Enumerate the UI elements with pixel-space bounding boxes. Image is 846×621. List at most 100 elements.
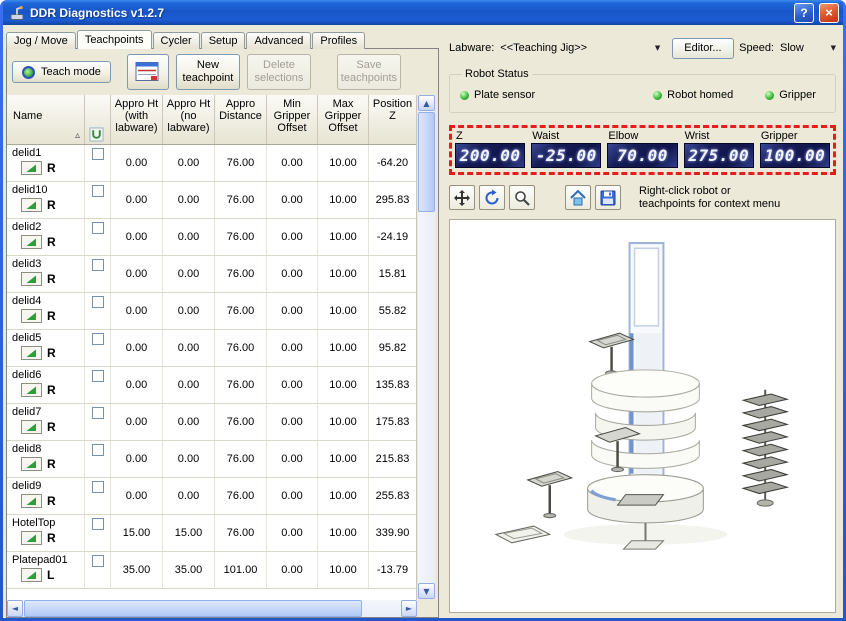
cell-appro-distance[interactable]: 76.00 [215, 515, 267, 551]
cell-position-z[interactable]: 215.83 [369, 441, 416, 477]
table-row[interactable]: delid1 R 0.00 0.00 76.00 0.00 10.00 -64.… [7, 145, 416, 182]
cell-appro-ht-no[interactable]: 0.00 [163, 404, 215, 440]
cell-max-gripper-offset[interactable]: 10.00 [318, 219, 369, 255]
table-row[interactable]: delid5 R 0.00 0.00 76.00 0.00 10.00 95.8… [7, 330, 416, 367]
cell-appro-ht-no[interactable]: 0.00 [163, 219, 215, 255]
cell-position-z[interactable]: 95.82 [369, 330, 416, 366]
teachpoint-icon[interactable] [21, 198, 42, 212]
teachpoint-icon[interactable] [21, 346, 42, 360]
cell-appro-distance[interactable]: 76.00 [215, 293, 267, 329]
table-row[interactable]: delid4 R 0.00 0.00 76.00 0.00 10.00 55.8… [7, 293, 416, 330]
cell-appro-ht-with[interactable]: 0.00 [111, 367, 163, 403]
row-checkbox[interactable] [92, 481, 104, 493]
cell-min-gripper-offset[interactable]: 0.00 [267, 182, 318, 218]
cell-min-gripper-offset[interactable]: 0.00 [267, 404, 318, 440]
row-checkbox[interactable] [92, 259, 104, 271]
row-checkbox[interactable] [92, 407, 104, 419]
cell-appro-distance[interactable]: 76.00 [215, 182, 267, 218]
cell-max-gripper-offset[interactable]: 10.00 [318, 293, 369, 329]
teachpoint-icon[interactable] [21, 161, 42, 175]
table-row[interactable]: HotelTop R 15.00 15.00 76.00 0.00 10.00 … [7, 515, 416, 552]
pan-button[interactable] [449, 185, 475, 210]
teachpoint-icon[interactable] [21, 420, 42, 434]
column-header-name[interactable]: Name ▵ [7, 95, 85, 144]
column-header-appro-distance[interactable]: Appro Distance [215, 95, 267, 144]
scroll-up-arrow[interactable]: ▲ [418, 95, 435, 111]
cell-min-gripper-offset[interactable]: 0.00 [267, 293, 318, 329]
row-checkbox[interactable] [92, 555, 104, 567]
cell-position-z[interactable]: 135.83 [369, 367, 416, 403]
cell-appro-ht-with[interactable]: 0.00 [111, 478, 163, 514]
new-teachpoint-button[interactable]: New teachpoint [176, 54, 240, 90]
cell-position-z[interactable]: -64.20 [369, 145, 416, 181]
cell-max-gripper-offset[interactable]: 10.00 [318, 182, 369, 218]
cell-appro-distance[interactable]: 76.00 [215, 441, 267, 477]
cell-position-z[interactable]: 255.83 [369, 478, 416, 514]
teachpoint-icon[interactable] [21, 383, 42, 397]
teachpoint-icon[interactable] [21, 457, 42, 471]
zoom-button[interactable] [509, 185, 535, 210]
teachpoint-icon[interactable] [21, 531, 42, 545]
cell-appro-distance[interactable]: 76.00 [215, 256, 267, 292]
cell-position-z[interactable]: 175.83 [369, 404, 416, 440]
table-row[interactable]: Platepad01 L 35.00 35.00 101.00 0.00 10.… [7, 552, 416, 589]
cell-appro-ht-no[interactable]: 0.00 [163, 367, 215, 403]
teachpoint-icon[interactable] [21, 235, 42, 249]
save-view-button[interactable] [595, 185, 621, 210]
cell-max-gripper-offset[interactable]: 10.00 [318, 367, 369, 403]
cell-min-gripper-offset[interactable]: 0.00 [267, 367, 318, 403]
cell-appro-distance[interactable]: 76.00 [215, 367, 267, 403]
table-row[interactable]: delid9 R 0.00 0.00 76.00 0.00 10.00 255.… [7, 478, 416, 515]
cell-appro-ht-no[interactable]: 0.00 [163, 330, 215, 366]
cell-appro-ht-no[interactable]: 15.00 [163, 515, 215, 551]
cell-appro-ht-with[interactable]: 35.00 [111, 552, 163, 588]
cell-appro-ht-no[interactable]: 0.00 [163, 256, 215, 292]
cell-appro-ht-with[interactable]: 0.00 [111, 330, 163, 366]
cell-max-gripper-offset[interactable]: 10.00 [318, 515, 369, 551]
row-checkbox[interactable] [92, 444, 104, 456]
cell-min-gripper-offset[interactable]: 0.00 [267, 515, 318, 551]
cell-appro-ht-with[interactable]: 15.00 [111, 515, 163, 551]
cell-max-gripper-offset[interactable]: 10.00 [318, 441, 369, 477]
vertical-scroll-thumb[interactable] [418, 112, 435, 212]
tab-cycler[interactable]: Cycler [153, 32, 200, 49]
horizontal-scroll-thumb[interactable] [24, 600, 362, 617]
cell-min-gripper-offset[interactable]: 0.00 [267, 478, 318, 514]
table-row[interactable]: delid7 R 0.00 0.00 76.00 0.00 10.00 175.… [7, 404, 416, 441]
save-teachpoints-button[interactable]: Save teachpoints [337, 54, 401, 90]
cell-position-z[interactable]: 339.90 [369, 515, 416, 551]
cell-appro-distance[interactable]: 76.00 [215, 478, 267, 514]
cell-appro-ht-no[interactable]: 0.00 [163, 182, 215, 218]
cell-max-gripper-offset[interactable]: 10.00 [318, 330, 369, 366]
cell-appro-ht-with[interactable]: 0.00 [111, 293, 163, 329]
cell-position-z[interactable]: -24.19 [369, 219, 416, 255]
column-header-position-z[interactable]: Position Z [369, 95, 417, 144]
cell-min-gripper-offset[interactable]: 0.00 [267, 552, 318, 588]
table-row[interactable]: delid3 R 0.00 0.00 76.00 0.00 10.00 15.8… [7, 256, 416, 293]
table-row[interactable]: delid8 R 0.00 0.00 76.00 0.00 10.00 215.… [7, 441, 416, 478]
cell-max-gripper-offset[interactable]: 10.00 [318, 552, 369, 588]
help-button[interactable]: ? [794, 3, 814, 23]
cell-appro-ht-no[interactable]: 0.00 [163, 293, 215, 329]
teachpoint-icon[interactable] [21, 309, 42, 323]
scroll-down-arrow[interactable]: ▼ [418, 583, 435, 599]
cell-appro-ht-with[interactable]: 0.00 [111, 256, 163, 292]
scroll-left-arrow[interactable]: ◄ [7, 600, 23, 617]
cell-appro-ht-no[interactable]: 35.00 [163, 552, 215, 588]
cell-max-gripper-offset[interactable]: 10.00 [318, 145, 369, 181]
row-checkbox[interactable] [92, 333, 104, 345]
column-header-appro-ht-no[interactable]: Appro Ht (no labware) [163, 95, 215, 144]
tab-setup[interactable]: Setup [201, 32, 246, 49]
cell-appro-ht-with[interactable]: 0.00 [111, 182, 163, 218]
cell-appro-distance[interactable]: 76.00 [215, 145, 267, 181]
row-checkbox[interactable] [92, 185, 104, 197]
cell-appro-distance[interactable]: 101.00 [215, 552, 267, 588]
column-header-gripper[interactable] [85, 95, 111, 144]
cell-min-gripper-offset[interactable]: 0.00 [267, 145, 318, 181]
tab-advanced[interactable]: Advanced [246, 32, 311, 49]
tab-jog-move[interactable]: Jog / Move [6, 32, 76, 49]
robot-3d-view[interactable] [449, 219, 836, 613]
cell-position-z[interactable]: -13.79 [369, 552, 416, 588]
tab-teachpoints[interactable]: Teachpoints [77, 30, 152, 49]
editor-button[interactable]: Editor... [672, 38, 733, 59]
